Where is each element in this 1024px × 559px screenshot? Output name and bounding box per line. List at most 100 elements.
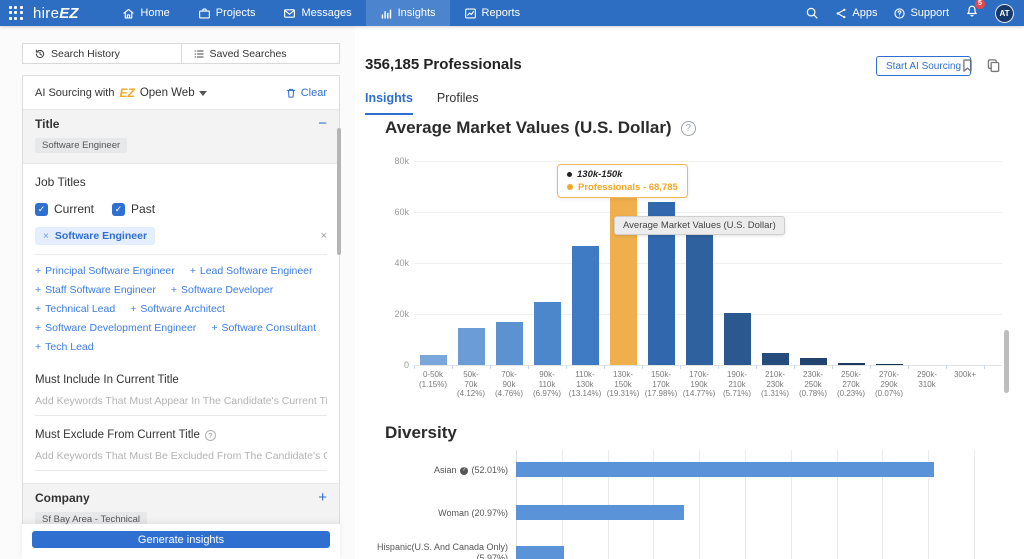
support-button[interactable]: Support <box>893 7 949 20</box>
ai-sourcing-bar: AI Sourcing with EZ Open Web Clear <box>23 76 339 109</box>
suggested-job-title[interactable]: +Staff Software Engineer <box>35 284 156 296</box>
home-icon <box>122 7 135 20</box>
search-icon[interactable] <box>805 6 819 20</box>
x-axis-tick <box>528 365 529 369</box>
suggested-job-title[interactable]: +Lead Software Engineer <box>190 265 313 277</box>
suggested-job-title[interactable]: +Tech Lead <box>35 341 94 353</box>
x-axis-tick <box>680 365 681 369</box>
avatar[interactable]: AT <box>995 4 1014 23</box>
nav-item-projects[interactable]: Projects <box>184 0 270 26</box>
x-axis-tick-label: 230k-250k(0.78%) <box>794 370 832 399</box>
job-titles-checkboxes: ✓Current ✓Past <box>35 202 327 216</box>
nav-item-label: Insights <box>398 7 436 19</box>
sidebar-tab-label: Search History <box>51 48 120 60</box>
selected-job-title-text: Software Engineer <box>55 230 147 242</box>
suggested-job-title[interactable]: +Software Developer <box>171 284 273 296</box>
suggested-job-title[interactable]: +Technical Lead <box>35 303 115 315</box>
nav-item-home[interactable]: Home <box>108 0 183 26</box>
diversity-bar-woman[interactable] <box>516 505 684 520</box>
chart-bar-110k-130k[interactable] <box>572 246 599 365</box>
support-label: Support <box>910 7 949 19</box>
main-scrollbar[interactable] <box>1004 330 1009 393</box>
clear-button[interactable]: Clear <box>285 87 327 99</box>
x-axis-tick-label: 190k-210k(5.71%) <box>718 370 756 399</box>
title-chip[interactable]: Software Engineer <box>35 138 127 153</box>
ez-logo: EZ <box>119 86 134 100</box>
must-include-input[interactable] <box>35 386 327 416</box>
chart-bar-270k-290k[interactable] <box>876 364 903 365</box>
job-titles-label: Job Titles <box>35 175 327 189</box>
nav-item-insights[interactable]: Insights <box>366 0 450 26</box>
diversity-bar-asian[interactable] <box>516 462 934 477</box>
collapse-title-icon[interactable]: − <box>318 118 327 130</box>
remove-tag-icon[interactable]: × <box>43 231 49 242</box>
diversity-bar-hispanic-u-s-and-canada-only-[interactable] <box>516 546 564 559</box>
x-axis-tick-label: 170k-190k(14.77%) <box>680 370 718 399</box>
bookmark-icon[interactable] <box>960 58 975 73</box>
notifications-button[interactable]: 5 <box>965 4 979 23</box>
company-section: Company + Sf Bay Area - Technical <box>23 483 339 525</box>
suggested-job-title[interactable]: +Software Consultant <box>211 322 316 334</box>
company-section-label: Company <box>35 491 90 505</box>
ai-sourcing-prefix: AI Sourcing with <box>35 87 114 99</box>
chart-bar-90k-110k[interactable] <box>534 302 561 365</box>
must-include-field: Must Include In Current Title <box>23 361 339 416</box>
clear-tags-icon[interactable]: × <box>321 230 327 242</box>
suggested-job-title[interactable]: +Software Development Engineer <box>35 322 196 334</box>
notification-badge: 5 <box>975 0 985 9</box>
x-axis-tick <box>870 365 871 369</box>
chart-bar-170k-190k[interactable] <box>686 231 713 365</box>
plus-icon: + <box>35 265 41 277</box>
help-icon[interactable]: ? <box>205 430 216 441</box>
x-axis-tick-label: 130k-150k(19.31%) <box>604 370 642 399</box>
expand-company-icon[interactable]: + <box>318 492 327 504</box>
x-axis-tick <box>984 365 985 369</box>
sidebar-tab-search-history[interactable]: Search History <box>22 43 182 64</box>
diversity-row-label: Hispanic(U.S. And Canada Only)(5.97%) <box>358 542 508 559</box>
chart-bar-210k-230k[interactable] <box>762 353 789 365</box>
selected-job-title-pill[interactable]: × Software Engineer <box>35 227 155 245</box>
x-axis-tick-label: 290k-310k <box>908 370 946 389</box>
chart-bar-230k-250k[interactable] <box>800 358 827 365</box>
info-icon[interactable]: ? <box>460 467 468 475</box>
generate-insights-button[interactable]: Generate insights <box>32 531 330 548</box>
apps-button[interactable]: Apps <box>835 7 877 20</box>
plus-icon: + <box>171 284 177 296</box>
start-ai-sourcing-button[interactable]: Start AI Sourcing <box>876 56 971 76</box>
checkbox-current[interactable]: ✓Current <box>35 202 94 216</box>
diversity-chart-title: Diversity <box>385 423 457 443</box>
nav-item-messages[interactable]: Messages <box>269 0 365 26</box>
x-axis-tick-label: 50k-70k(4.12%) <box>452 370 490 399</box>
chart-bar-0-50k[interactable] <box>420 355 447 365</box>
title-section: Title − Software Engineer <box>23 109 339 164</box>
must-exclude-input[interactable] <box>35 441 327 471</box>
plus-icon: + <box>211 322 217 334</box>
tab-profiles[interactable]: Profiles <box>437 91 479 115</box>
nav-item-reports[interactable]: Reports <box>450 0 535 26</box>
tab-insights[interactable]: Insights <box>365 91 413 115</box>
checkbox-past[interactable]: ✓Past <box>112 202 155 216</box>
chart-help-icon[interactable]: ? <box>681 121 696 136</box>
chart-bar-190k-210k[interactable] <box>724 313 751 365</box>
sidebar-tab-saved-searches[interactable]: Saved Searches <box>182 43 341 64</box>
suggested-job-title[interactable]: +Principal Software Engineer <box>35 265 175 277</box>
chart-hover-label: Average Market Values (U.S. Dollar) <box>614 216 785 235</box>
chart-bar-70k-90k[interactable] <box>496 322 523 365</box>
checkbox-label: Past <box>131 202 155 216</box>
source-dropdown[interactable]: Open Web <box>140 87 207 99</box>
chart-bar-50k-70k[interactable] <box>458 328 485 365</box>
tooltip-series-dot <box>567 184 573 190</box>
waffle-grid-icon[interactable] <box>9 6 23 20</box>
sidebar-tab-label: Saved Searches <box>210 48 287 60</box>
copy-icon[interactable] <box>986 58 1001 73</box>
results-panel: 356,185 Professionals Start AI Sourcing … <box>355 26 1024 559</box>
x-axis-tick-label: 270k-290k(0.07%) <box>870 370 908 399</box>
clear-label: Clear <box>301 87 327 99</box>
suggested-job-title[interactable]: +Software Architect <box>130 303 225 315</box>
history-icon <box>34 48 46 60</box>
hireez-logo[interactable]: hireEZ <box>33 0 78 26</box>
tooltip-category: 130k-150k <box>577 169 622 180</box>
chart-gridline <box>414 212 1002 213</box>
sidebar-scrollbar[interactable] <box>337 128 341 255</box>
chart-bar-250k-270k[interactable] <box>838 363 865 365</box>
